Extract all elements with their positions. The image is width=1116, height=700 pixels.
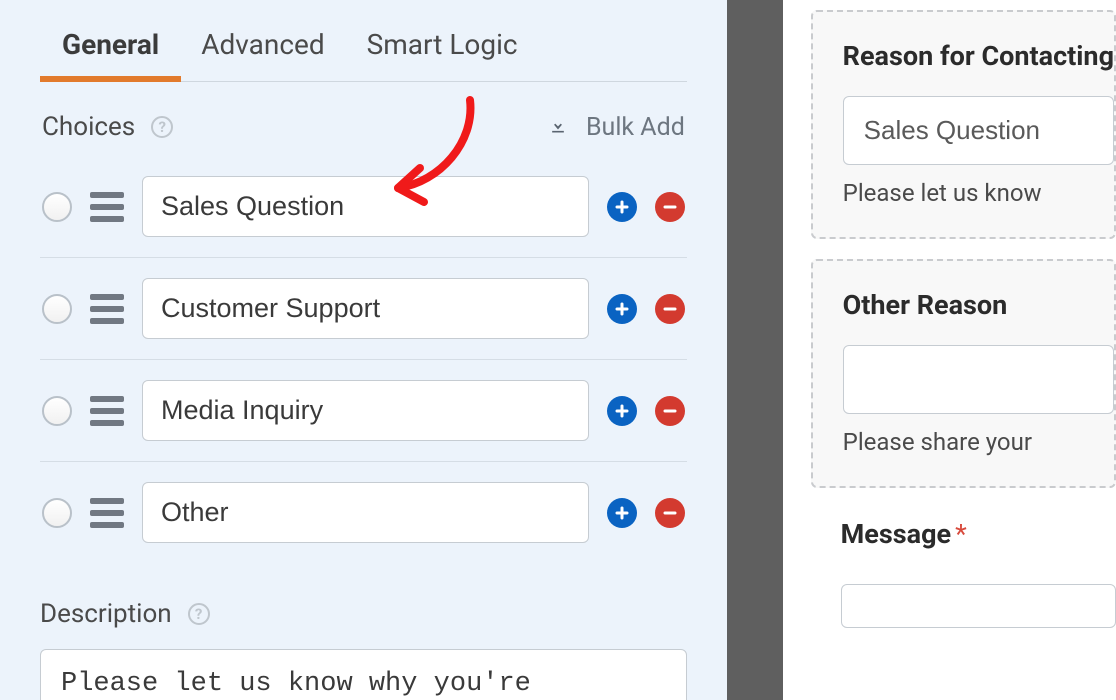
remove-choice-button[interactable] xyxy=(655,498,685,528)
add-choice-button[interactable] xyxy=(607,396,637,426)
description-label: Description xyxy=(40,599,172,629)
choice-input[interactable] xyxy=(142,278,589,339)
form-preview-panel: Reason for Contacting Please let us know… xyxy=(783,0,1116,700)
help-icon[interactable]: ? xyxy=(151,116,173,138)
choices-header: Choices ? Bulk Add xyxy=(40,112,687,142)
field-options-panel: General Advanced Smart Logic Choices ? B… xyxy=(0,0,727,700)
download-icon xyxy=(548,115,568,139)
default-radio[interactable] xyxy=(42,192,72,222)
preview-title: Reason for Contacting xyxy=(843,40,1114,72)
choice-row xyxy=(40,156,687,258)
default-radio[interactable] xyxy=(42,294,72,324)
description-textarea[interactable] xyxy=(40,649,687,700)
preview-hint: Please let us know xyxy=(843,179,1114,207)
bulk-add-button[interactable]: Bulk Add xyxy=(548,113,685,142)
preview-dropdown[interactable] xyxy=(843,96,1114,165)
preview-field-reason[interactable]: Reason for Contacting Please let us know xyxy=(811,10,1116,239)
required-star-icon: * xyxy=(955,518,967,550)
drag-handle-icon[interactable] xyxy=(90,498,124,528)
preview-message-label: Message xyxy=(841,518,951,550)
add-choice-button[interactable] xyxy=(607,192,637,222)
preview-message-textarea[interactable] xyxy=(841,584,1116,628)
choice-row xyxy=(40,258,687,360)
choice-input[interactable] xyxy=(142,482,589,543)
help-icon[interactable]: ? xyxy=(188,603,210,625)
preview-field-other[interactable]: Other Reason Please share your xyxy=(811,259,1116,488)
drag-handle-icon[interactable] xyxy=(90,396,124,426)
description-header: Description ? xyxy=(40,599,687,629)
remove-choice-button[interactable] xyxy=(655,192,685,222)
preview-text-input[interactable] xyxy=(843,345,1114,414)
default-radio[interactable] xyxy=(42,396,72,426)
tab-smart-logic[interactable]: Smart Logic xyxy=(367,10,518,81)
choice-input[interactable] xyxy=(142,380,589,441)
bulk-add-label: Bulk Add xyxy=(586,113,685,142)
remove-choice-button[interactable] xyxy=(655,294,685,324)
default-radio[interactable] xyxy=(42,498,72,528)
tab-general[interactable]: General xyxy=(62,10,159,81)
choice-row xyxy=(40,462,687,563)
preview-hint: Please share your xyxy=(843,428,1114,456)
drag-handle-icon[interactable] xyxy=(90,192,124,222)
drag-handle-icon[interactable] xyxy=(90,294,124,324)
choice-list xyxy=(40,156,687,563)
choice-row xyxy=(40,360,687,462)
panel-divider xyxy=(727,0,783,700)
remove-choice-button[interactable] xyxy=(655,396,685,426)
preview-title: Other Reason xyxy=(843,289,1114,321)
choices-label: Choices xyxy=(42,112,135,142)
add-choice-button[interactable] xyxy=(607,294,637,324)
tab-advanced[interactable]: Advanced xyxy=(201,10,324,81)
choice-input[interactable] xyxy=(142,176,589,237)
tabs-bar: General Advanced Smart Logic xyxy=(40,10,687,82)
add-choice-button[interactable] xyxy=(607,498,637,528)
